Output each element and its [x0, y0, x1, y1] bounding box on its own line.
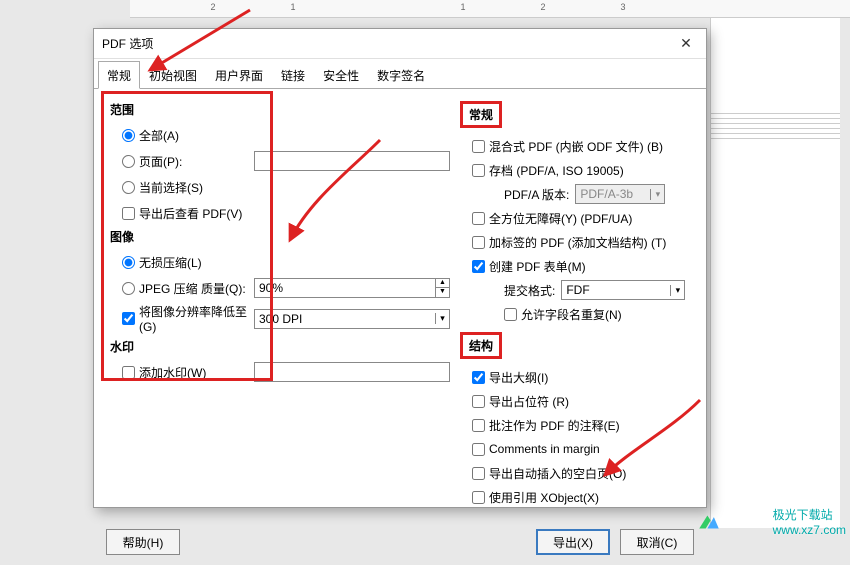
ruler: 2 1 1 2 3 [130, 0, 850, 18]
hybrid-checkbox[interactable] [472, 140, 485, 153]
pdf-comments-label: 批注作为 PDF 的注释(E) [489, 417, 620, 434]
blank-pages-label: 导出自动插入的空白页(O) [489, 465, 626, 482]
tagged-checkbox[interactable] [472, 236, 485, 249]
blank-pages-checkbox[interactable] [472, 467, 485, 480]
tagged-label: 加标签的 PDF (添加文档结构) (T) [489, 234, 666, 251]
titlebar: PDF 选项 ✕ [94, 29, 706, 59]
pdfa-version-label: PDF/A 版本: [504, 186, 569, 203]
site-name: 极光下载站 [773, 508, 833, 522]
add-watermark-checkbox[interactable] [122, 366, 135, 379]
range-pages-input[interactable] [254, 151, 450, 171]
view-after-label: 导出后查看 PDF(V) [139, 205, 242, 222]
jpeg-radio[interactable] [122, 282, 135, 295]
submit-format-label: 提交格式: [504, 282, 555, 299]
range-all-radio[interactable] [122, 129, 135, 142]
cancel-button[interactable]: 取消(C) [620, 529, 694, 555]
site-watermark: 极光下载站 www.xz7.com [773, 506, 846, 537]
reduce-res-checkbox[interactable] [122, 312, 135, 325]
close-icon[interactable]: ✕ [674, 35, 698, 52]
ua-checkbox[interactable] [472, 212, 485, 225]
reduce-res-label: 将图像分辨率降低至(G) [139, 303, 254, 334]
xobject-checkbox[interactable] [472, 491, 485, 504]
tab-signatures[interactable]: 数字签名 [368, 61, 434, 89]
outline-label: 导出大纲(I) [489, 369, 548, 386]
help-button[interactable]: 帮助(H) [106, 529, 180, 555]
tab-links[interactable]: 链接 [272, 61, 314, 89]
structure-section-title: 结构 [460, 332, 502, 359]
range-section-title: 范围 [110, 101, 450, 118]
range-selection-radio[interactable] [122, 181, 135, 194]
dpi-value: 300 DPI [255, 312, 435, 326]
chevron-down-icon: ▾ [650, 189, 664, 200]
pdfa-version-select: PDF/A-3b▾ [575, 184, 665, 204]
image-section-title: 图像 [110, 228, 450, 245]
add-watermark-label: 添加水印(W) [139, 364, 206, 381]
dup-fields-label: 允许字段名重复(N) [521, 306, 622, 323]
archive-checkbox[interactable] [472, 164, 485, 177]
site-logo-icon [696, 509, 722, 535]
chevron-down-icon: ▾ [670, 285, 684, 296]
jpeg-label: JPEG 压缩 质量(Q): [139, 280, 246, 297]
document-background [710, 18, 840, 528]
dup-fields-checkbox[interactable] [504, 308, 517, 321]
tab-security[interactable]: 安全性 [314, 61, 368, 89]
export-button[interactable]: 导出(X) [536, 529, 610, 555]
spinner-up-icon[interactable]: ▲ [436, 279, 449, 288]
lossless-label: 无损压缩(L) [139, 254, 202, 271]
general-section-title: 常规 [460, 101, 502, 128]
forms-checkbox[interactable] [472, 260, 485, 273]
pdf-comments-checkbox[interactable] [472, 419, 485, 432]
pdfa-version-value: PDF/A-3b [576, 187, 650, 201]
ua-label: 全方位无障碍(Y) (PDF/UA) [489, 210, 632, 227]
placeholders-checkbox[interactable] [472, 395, 485, 408]
submit-format-select[interactable]: FDF▾ [561, 280, 685, 300]
range-pages-radio[interactable] [122, 155, 135, 168]
tab-general[interactable]: 常规 [98, 61, 140, 89]
range-pages-label: 页面(P): [139, 153, 182, 170]
outline-checkbox[interactable] [472, 371, 485, 384]
site-url: www.xz7.com [773, 523, 846, 537]
archive-label: 存档 (PDF/A, ISO 19005) [489, 162, 624, 179]
watermark-text-input[interactable] [254, 362, 450, 382]
range-selection-label: 当前选择(S) [139, 179, 203, 196]
jpeg-quality-spinner[interactable]: 90%▲▼ [254, 278, 450, 298]
margin-comments-label: Comments in margin [489, 442, 600, 456]
spinner-down-icon[interactable]: ▼ [436, 288, 449, 297]
dialog-title: PDF 选项 [102, 35, 674, 52]
xobject-label: 使用引用 XObject(X) [489, 489, 599, 506]
range-all-label: 全部(A) [139, 127, 179, 144]
jpeg-quality-value: 90% [255, 281, 435, 295]
tab-bar: 常规 初始视图 用户界面 链接 安全性 数字签名 [94, 61, 706, 89]
dpi-select[interactable]: 300 DPI▾ [254, 309, 450, 329]
hybrid-label: 混合式 PDF (内嵌 ODF 文件) (B) [489, 138, 663, 155]
pdf-options-dialog: PDF 选项 ✕ 常规 初始视图 用户界面 链接 安全性 数字签名 范围 全部(… [93, 28, 707, 508]
button-row: 帮助(H) 导出(X) 取消(C) [94, 519, 706, 565]
chevron-down-icon: ▾ [435, 313, 449, 324]
view-after-checkbox[interactable] [122, 207, 135, 220]
submit-format-value: FDF [562, 283, 670, 297]
tab-initial-view[interactable]: 初始视图 [140, 61, 206, 89]
lossless-radio[interactable] [122, 256, 135, 269]
watermark-section-title: 水印 [110, 338, 450, 355]
margin-comments-checkbox[interactable] [472, 443, 485, 456]
tab-ui[interactable]: 用户界面 [206, 61, 272, 89]
placeholders-label: 导出占位符 (R) [489, 393, 569, 410]
forms-label: 创建 PDF 表单(M) [489, 258, 586, 275]
